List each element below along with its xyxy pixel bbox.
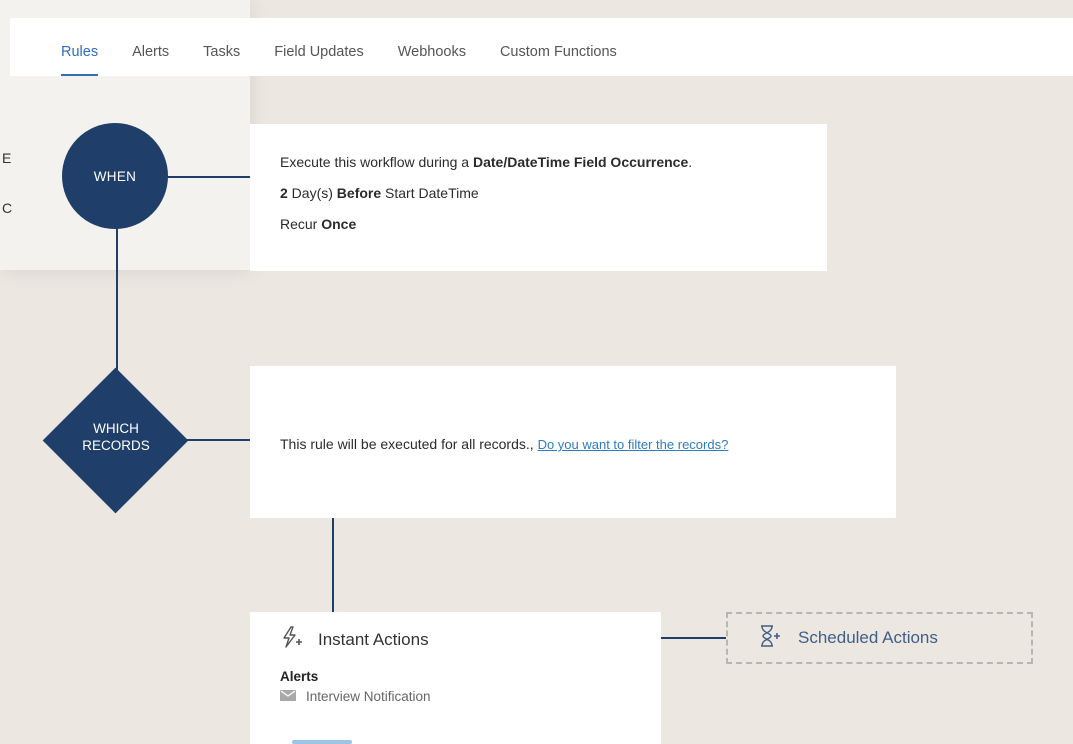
which-records-label: WHICH RECORDS bbox=[82, 421, 150, 453]
when-recurrence-line: Recur Once bbox=[280, 216, 357, 232]
scheduled-actions-button[interactable]: Scheduled Actions bbox=[726, 612, 1033, 664]
when-label: WHEN bbox=[93, 168, 137, 184]
envelope-icon bbox=[280, 689, 296, 704]
connector-when-card bbox=[166, 176, 250, 178]
when-trigger-type: Date/DateTime Field Occurrence bbox=[472, 154, 689, 170]
when-offset-value: 2 bbox=[280, 185, 288, 201]
alert-item[interactable]: Interview Notification bbox=[280, 689, 661, 704]
instant-actions-header[interactable]: Instant Actions bbox=[280, 626, 661, 653]
tab-alerts[interactable]: Alerts bbox=[132, 44, 169, 76]
when-execution-line: Execute this workflow during a Date/Date… bbox=[280, 154, 693, 170]
lightning-icon bbox=[280, 626, 318, 653]
instant-actions-card: Instant Actions Alerts Interview Notific… bbox=[250, 612, 661, 744]
when-node: WHEN bbox=[62, 123, 168, 229]
background-text-fragment: C bbox=[2, 200, 13, 216]
tab-bar: Rules Alerts Tasks Field Updates Webhook… bbox=[10, 18, 1073, 76]
filter-records-link[interactable]: Do you want to filter the records? bbox=[538, 437, 729, 452]
tab-rules[interactable]: Rules bbox=[61, 44, 99, 76]
tab-webhooks[interactable]: Webhooks bbox=[398, 44, 466, 76]
tab-custom-functions[interactable]: Custom Functions bbox=[500, 44, 617, 76]
connector-which-card bbox=[186, 439, 250, 441]
connector-when-which bbox=[116, 228, 118, 370]
alerts-group-label: Alerts bbox=[280, 669, 319, 684]
hourglass-icon bbox=[758, 624, 798, 652]
when-recurrence-value: Once bbox=[321, 216, 357, 232]
when-date-field: Start DateTime bbox=[381, 185, 479, 201]
when-timing-line: 2 Day(s) Before Start DateTime bbox=[280, 185, 479, 201]
alert-item-label: Interview Notification bbox=[306, 689, 431, 704]
which-records-text: This rule will be executed for all recor… bbox=[280, 436, 534, 452]
instant-actions-title: Instant Actions bbox=[318, 629, 429, 649]
background-text-fragment: E bbox=[2, 150, 12, 166]
tab-field-updates[interactable]: Field Updates bbox=[274, 44, 363, 76]
tab-tasks[interactable]: Tasks bbox=[203, 44, 240, 76]
when-card[interactable]: Execute this workflow during a Date/Date… bbox=[250, 124, 827, 271]
when-offset-direction: Before bbox=[336, 185, 382, 201]
which-records-card: This rule will be executed for all recor… bbox=[250, 366, 896, 518]
connector-instant-scheduled bbox=[661, 637, 726, 639]
action-link-partial[interactable] bbox=[292, 740, 352, 744]
scheduled-actions-title: Scheduled Actions bbox=[798, 628, 938, 647]
connector-which-actions bbox=[332, 518, 334, 612]
